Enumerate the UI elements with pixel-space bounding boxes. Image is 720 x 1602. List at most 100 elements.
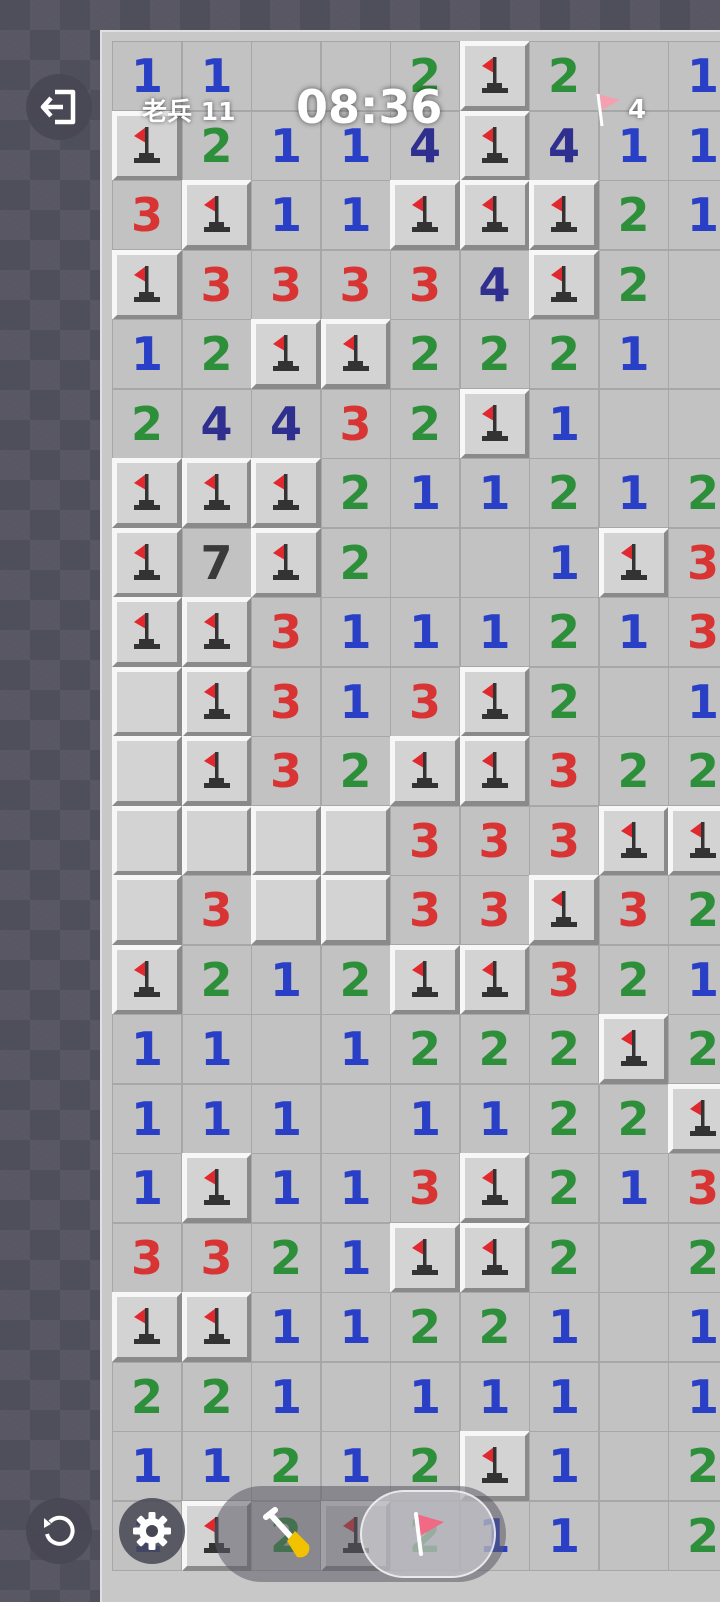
board-cell[interactable]: 2 xyxy=(529,1153,599,1223)
board-cell[interactable]: 2 xyxy=(598,249,669,320)
board-cell[interactable] xyxy=(459,666,530,737)
board-cell[interactable] xyxy=(459,41,530,111)
board-cell[interactable]: 3 xyxy=(598,875,669,945)
board-cell[interactable]: 3 xyxy=(390,249,460,320)
board-cell[interactable]: 1 xyxy=(251,1153,321,1223)
board-cell[interactable]: 2 xyxy=(529,319,599,389)
board-cell[interactable]: 2 xyxy=(459,319,530,389)
board-cell[interactable]: 2 xyxy=(112,1361,182,1432)
board-cell[interactable]: 2 xyxy=(598,736,669,806)
board-cell[interactable]: 1 xyxy=(320,1014,391,1084)
board-cell[interactable]: 2 xyxy=(598,180,669,250)
board-cell[interactable]: 1 xyxy=(112,1431,182,1501)
board-cell[interactable]: 1 xyxy=(112,319,182,389)
board-cell[interactable] xyxy=(251,319,321,389)
board-cell[interactable] xyxy=(598,1361,669,1432)
board-cell[interactable]: 2 xyxy=(529,666,599,737)
board-cell[interactable]: 1 xyxy=(390,1083,460,1154)
board-cell[interactable] xyxy=(598,1292,669,1362)
board-cell[interactable]: 2 xyxy=(668,875,720,945)
board-cell[interactable] xyxy=(112,249,182,320)
board-cell[interactable]: 2 xyxy=(529,458,599,528)
board-cell[interactable] xyxy=(181,805,252,876)
board-cell[interactable]: 1 xyxy=(598,319,669,389)
board-cell[interactable]: 3 xyxy=(668,1153,720,1223)
board-cell[interactable]: 1 xyxy=(181,1014,252,1084)
board-cell[interactable]: 3 xyxy=(529,944,599,1015)
board-cell[interactable]: 1 xyxy=(598,1153,669,1223)
board-cell[interactable]: 3 xyxy=(459,805,530,876)
board-cell[interactable] xyxy=(668,1083,720,1154)
board-cell[interactable]: 1 xyxy=(668,180,720,250)
board-cell[interactable]: 1 xyxy=(181,1083,252,1154)
board-cell[interactable]: 3 xyxy=(112,180,182,250)
board-cell[interactable]: 1 xyxy=(598,458,669,528)
board-cell[interactable]: 3 xyxy=(668,527,720,598)
board-cell[interactable] xyxy=(112,736,182,806)
board-cell[interactable]: 1 xyxy=(251,944,321,1015)
board-cell[interactable] xyxy=(598,527,669,598)
board-cell[interactable]: 2 xyxy=(668,458,720,528)
board-cell[interactable] xyxy=(668,388,720,459)
board-cell[interactable] xyxy=(529,875,599,945)
board-cell[interactable] xyxy=(181,458,252,528)
board-cell[interactable]: 2 xyxy=(390,1292,460,1362)
board-cell[interactable] xyxy=(598,388,669,459)
board-cell[interactable] xyxy=(390,736,460,806)
board-cell[interactable]: 1 xyxy=(112,1014,182,1084)
board-cell[interactable]: 2 xyxy=(668,1222,720,1293)
board-cell[interactable] xyxy=(112,875,182,945)
board-cell[interactable]: 3 xyxy=(181,249,252,320)
dig-mode-button[interactable] xyxy=(254,1500,324,1570)
board-cell[interactable]: 1 xyxy=(251,1292,321,1362)
board-cell[interactable]: 3 xyxy=(459,875,530,945)
board-cell[interactable]: 2 xyxy=(598,1083,669,1154)
board-cell[interactable] xyxy=(459,110,530,181)
board-cell[interactable] xyxy=(668,805,720,876)
board-cell[interactable]: 2 xyxy=(668,1431,720,1501)
board-cell[interactable]: 1 xyxy=(459,1361,530,1432)
board-cell[interactable] xyxy=(668,249,720,320)
board-cell[interactable]: 1 xyxy=(320,666,391,737)
board-cell[interactable] xyxy=(390,527,460,598)
board-cell[interactable] xyxy=(251,805,321,876)
board-cell[interactable] xyxy=(181,180,252,250)
board-cell[interactable]: 1 xyxy=(390,597,460,667)
board-cell[interactable]: 1 xyxy=(668,666,720,737)
board-cell[interactable] xyxy=(112,666,182,737)
board-cell[interactable] xyxy=(459,1153,530,1223)
board-cell[interactable]: 2 xyxy=(529,1083,599,1154)
board-cell[interactable] xyxy=(668,319,720,389)
board-cell[interactable]: 3 xyxy=(390,1153,460,1223)
board-cell[interactable]: 1 xyxy=(459,1083,530,1154)
board-cell[interactable]: 2 xyxy=(320,527,391,598)
board-cell[interactable]: 2 xyxy=(181,944,252,1015)
minesweeper-board[interactable]: 1122121144113112133334212222124432121121… xyxy=(112,41,720,1601)
board-cell[interactable] xyxy=(112,1292,182,1362)
board-cell[interactable]: 4 xyxy=(251,388,321,459)
board-cell[interactable]: 4 xyxy=(459,249,530,320)
board-cell[interactable]: 2 xyxy=(390,319,460,389)
board-cell[interactable]: 1 xyxy=(668,41,720,111)
board-cell[interactable]: 3 xyxy=(529,736,599,806)
board-cell[interactable] xyxy=(459,388,530,459)
board-cell[interactable]: 4 xyxy=(529,110,599,181)
board-cell[interactable] xyxy=(320,1361,391,1432)
board-cell[interactable] xyxy=(529,180,599,250)
board-cell[interactable]: 3 xyxy=(320,388,391,459)
board-cell[interactable] xyxy=(320,805,391,876)
board-cell[interactable]: 2 xyxy=(668,1500,720,1571)
board-cell[interactable] xyxy=(390,180,460,250)
board-cell[interactable] xyxy=(251,875,321,945)
board-cell[interactable] xyxy=(459,736,530,806)
board-cell[interactable]: 1 xyxy=(390,1361,460,1432)
board-cell[interactable]: 1 xyxy=(112,1083,182,1154)
board-cell[interactable]: 1 xyxy=(529,388,599,459)
board-cell[interactable]: 1 xyxy=(529,1431,599,1501)
board-cell[interactable]: 2 xyxy=(668,736,720,806)
board-cell[interactable] xyxy=(598,1500,669,1571)
board-cell[interactable] xyxy=(598,1014,669,1084)
board-cell[interactable] xyxy=(459,527,530,598)
board-cell[interactable]: 2 xyxy=(251,1222,321,1293)
board-cell[interactable]: 1 xyxy=(320,180,391,250)
